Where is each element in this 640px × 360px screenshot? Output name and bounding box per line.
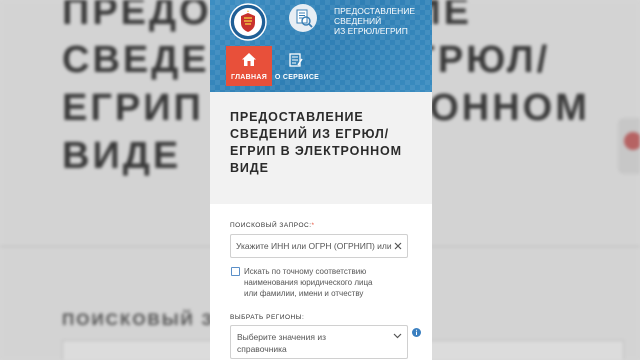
- exact-match-checkbox[interactable]: [231, 267, 240, 276]
- mobile-page: ПРЕДОСТАВЛЕНИЕ СВЕДЕНИЙ ИЗ ЕГРЮЛ/ЕГРИП Г…: [210, 0, 432, 360]
- site-header: ПРЕДОСТАВЛЕНИЕ СВЕДЕНИЙ ИЗ ЕГРЮЛ/ЕГРИП Г…: [210, 0, 432, 92]
- search-input[interactable]: [236, 239, 392, 253]
- clear-icon[interactable]: [393, 241, 403, 251]
- fns-emblem-icon[interactable]: [228, 2, 268, 42]
- required-mark: *: [311, 222, 315, 229]
- nav-about-label: О СЕРВИСЕ: [274, 74, 320, 81]
- search-form: ПОИСКОВЫЙ ЗАПРОС:* Искать по точному соо…: [210, 204, 432, 360]
- search-input-box[interactable]: [230, 234, 408, 258]
- page-title: ПРЕДОСТАВЛЕНИЕ СВЕДЕНИЙ ИЗ ЕГРЮЛ/ ЕГРИП …: [230, 110, 402, 175]
- region-select[interactable]: Выберите значения из справочника: [230, 325, 408, 359]
- nav-about-button[interactable]: О СЕРВИСЕ: [272, 46, 322, 86]
- chevron-down-icon[interactable]: [393, 333, 402, 339]
- nav-home-button[interactable]: ГЛАВНАЯ: [226, 46, 272, 86]
- exact-match-label: Искать по точному соответствию наименова…: [244, 267, 373, 298]
- search-label: ПОИСКОВЫЙ ЗАПРОС:*: [230, 222, 315, 229]
- info-icon[interactable]: [412, 328, 421, 337]
- region-placeholder: Выберите значения из справочника: [237, 332, 326, 354]
- search-document-icon: [289, 4, 317, 32]
- page-title-block: ПРЕДОСТАВЛЕНИЕ СВЕДЕНИЙ ИЗ ЕГРЮЛ/ ЕГРИП …: [210, 92, 432, 204]
- background-side-dot: [624, 132, 640, 150]
- home-icon: [242, 53, 256, 66]
- nav-home-label: ГЛАВНАЯ: [230, 74, 268, 81]
- header-title: ПРЕДОСТАВЛЕНИЕ СВЕДЕНИЙ ИЗ ЕГРЮЛ/ЕГРИП: [334, 6, 415, 36]
- document-edit-icon: [289, 53, 303, 67]
- region-label: ВЫБРАТЬ РЕГИОНЫ:: [230, 314, 305, 321]
